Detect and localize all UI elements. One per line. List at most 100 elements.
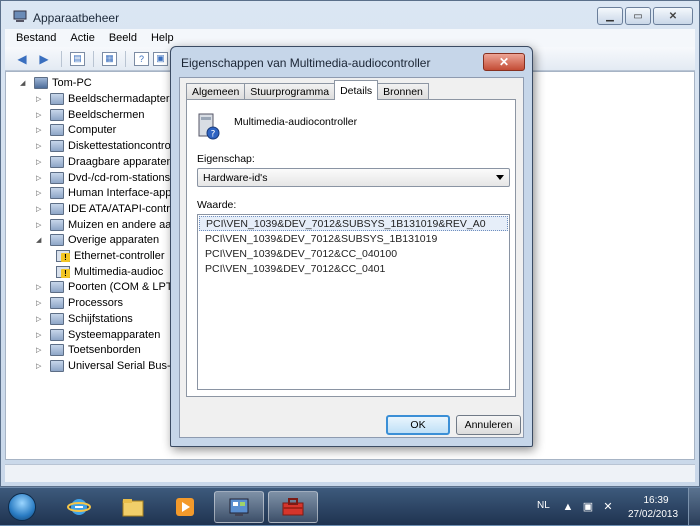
device-category-icon xyxy=(50,93,64,105)
collapse-icon[interactable]: ◢ xyxy=(36,236,46,244)
dropdown-arrow-icon xyxy=(496,175,504,180)
tree-item[interactable]: ▷ Poorten (COM & LPT) xyxy=(36,279,176,295)
expand-icon[interactable]: ▷ xyxy=(36,331,46,339)
tree-item[interactable]: ▷ Diskettestationcontroll xyxy=(36,138,176,154)
dialog-title: Eigenschappen van Multimedia-audiocontro… xyxy=(181,56,431,70)
language-indicator[interactable]: NL xyxy=(537,500,550,511)
tree-item[interactable]: ▷ Beeldschermadapters xyxy=(36,91,175,107)
show-desktop-button[interactable] xyxy=(688,488,700,526)
menu-actie[interactable]: Actie xyxy=(63,32,101,44)
device-category-icon xyxy=(50,281,64,294)
tree-item[interactable]: ▷ Dvd-/cd-rom-stations xyxy=(36,170,170,186)
start-button[interactable] xyxy=(2,489,42,525)
tab-strip: Algemeen Stuurprogramma Details Bronnen xyxy=(186,80,429,100)
list-item[interactable]: PCI\VEN_1039&DEV_7012&SUBSYS_1B131019&RE… xyxy=(199,216,508,231)
toolbar-separator xyxy=(125,50,126,67)
taskbar-device-manager[interactable] xyxy=(268,491,318,523)
taskbar-control-panel[interactable] xyxy=(214,491,264,523)
minimize-button[interactable]: ▁ xyxy=(597,7,623,25)
tree-item[interactable]: ▷ Schijfstations xyxy=(36,311,133,327)
value-list[interactable]: PCI\VEN_1039&DEV_7012&SUBSYS_1B131019&RE… xyxy=(197,214,510,390)
tree-item[interactable]: Multimedia-audioc xyxy=(56,264,163,280)
list-item[interactable]: PCI\VEN_1039&DEV_7012&CC_040100 xyxy=(199,246,508,261)
tree-item[interactable]: ▷ Computer xyxy=(36,122,116,138)
tree-item[interactable]: ▷ Beeldschermen xyxy=(36,107,144,123)
maximize-button[interactable]: ▭ xyxy=(625,7,651,25)
expand-icon[interactable]: ▷ xyxy=(36,142,46,150)
list-item[interactable]: PCI\VEN_1039&DEV_7012&CC_0401 xyxy=(199,261,508,276)
expand-icon[interactable]: ▷ xyxy=(36,315,46,323)
show-hidden-icons-icon[interactable]: ▲ xyxy=(562,501,574,513)
windows-logo-icon xyxy=(8,493,36,521)
tree-item[interactable]: ▷ Draagbare apparaten xyxy=(36,154,173,170)
device-manager-icon xyxy=(13,10,27,22)
clock-time[interactable]: 16:39 xyxy=(641,495,671,506)
property-label: Eigenschap: xyxy=(197,153,255,165)
taskbar-media-player[interactable] xyxy=(160,491,210,523)
dialog-close-button[interactable]: ✕ xyxy=(483,53,525,71)
expand-icon[interactable]: ▷ xyxy=(36,189,46,197)
tree-item-label: IDE ATA/ATAPI-contro xyxy=(68,202,176,215)
close-button[interactable]: ✕ xyxy=(653,7,693,25)
ok-button[interactable]: OK xyxy=(386,415,450,435)
expand-icon[interactable]: ▷ xyxy=(36,299,46,307)
taskbar-explorer[interactable] xyxy=(108,491,158,523)
tree-item[interactable]: ▷ Human Interface-appa xyxy=(36,185,177,201)
expand-icon[interactable]: ▷ xyxy=(36,95,46,103)
expand-icon[interactable]: ▷ xyxy=(36,158,46,166)
expand-icon[interactable]: ▷ xyxy=(36,283,46,291)
list-item[interactable]: PCI\VEN_1039&DEV_7012&SUBSYS_1B131019 xyxy=(199,231,508,246)
expand-icon[interactable]: ▷ xyxy=(36,221,46,229)
network-icon[interactable]: ▣ xyxy=(582,501,594,513)
tree-item[interactable]: ▷ Toetsenborden xyxy=(36,342,141,358)
menu-beeld[interactable]: Beeld xyxy=(102,32,144,44)
properties-dialog: Eigenschappen van Multimedia-audiocontro… xyxy=(170,46,533,447)
tree-item-label: Diskettestationcontroll xyxy=(68,140,176,153)
clock-date[interactable]: 27/02/2013 xyxy=(628,509,678,520)
expand-icon[interactable]: ▷ xyxy=(36,126,46,134)
device-category-icon xyxy=(50,344,64,357)
view-icon[interactable]: ▣ xyxy=(153,51,168,66)
warning-device-icon xyxy=(56,250,70,262)
tab-details[interactable]: Details xyxy=(334,80,379,100)
warning-device-icon xyxy=(56,265,70,278)
device-category-icon xyxy=(50,124,64,137)
taskbar-internet-explorer[interactable] xyxy=(54,491,104,523)
control-panel-icon xyxy=(229,498,249,516)
tab-stuurprogramma[interactable]: Stuurprogramma xyxy=(244,83,336,100)
folder-icon xyxy=(122,499,144,517)
tree-item[interactable]: ▷ Universal Serial Bus-co xyxy=(36,358,182,374)
tree-item[interactable]: ◢ Overige apparaten xyxy=(36,232,159,248)
help-icon[interactable]: ? xyxy=(134,51,149,66)
tree-item[interactable]: ▷ Processors xyxy=(36,295,123,311)
tree-item[interactable]: Ethernet-controller xyxy=(56,248,165,264)
back-arrow-icon[interactable]: ◀ xyxy=(13,51,31,67)
expand-icon[interactable]: ▷ xyxy=(36,174,46,182)
tab-algemeen[interactable]: Algemeen xyxy=(186,83,246,100)
menu-bestand[interactable]: Bestand xyxy=(9,32,63,44)
tree-item[interactable]: ▷ Systeemapparaten xyxy=(36,327,160,343)
tree-item-label: Processors xyxy=(68,297,124,310)
device-category-icon xyxy=(50,312,64,325)
tab-bronnen[interactable]: Bronnen xyxy=(377,83,429,100)
menu-help[interactable]: Help xyxy=(144,32,181,44)
window-title: Apparaatbeheer xyxy=(33,11,120,25)
cancel-button[interactable]: Annuleren xyxy=(456,415,521,435)
device-category-icon xyxy=(50,187,64,200)
volume-muted-icon[interactable]: ✕ xyxy=(602,501,614,513)
show-hide-console-tree-icon[interactable]: ▤ xyxy=(70,51,85,66)
expand-icon[interactable]: ▷ xyxy=(36,205,46,213)
device-category-icon xyxy=(50,108,64,121)
tree-item-label: Beeldschermadapters xyxy=(68,93,176,105)
collapse-icon[interactable]: ◢ xyxy=(20,79,30,87)
tree-item[interactable]: ▷ Muizen en andere aan xyxy=(36,217,177,233)
forward-arrow-icon[interactable]: ▶ xyxy=(35,51,53,67)
tree-item[interactable]: ▷ IDE ATA/ATAPI-contro xyxy=(36,201,176,217)
expand-icon[interactable]: ▷ xyxy=(36,111,46,119)
toolbar-separator xyxy=(61,50,62,67)
property-dropdown[interactable]: Hardware-id's xyxy=(197,168,510,187)
expand-icon[interactable]: ▷ xyxy=(36,346,46,354)
expand-icon[interactable]: ▷ xyxy=(36,362,46,370)
properties-icon[interactable]: ▦ xyxy=(102,51,117,66)
tree-root[interactable]: ◢ Tom-PC xyxy=(20,75,92,91)
